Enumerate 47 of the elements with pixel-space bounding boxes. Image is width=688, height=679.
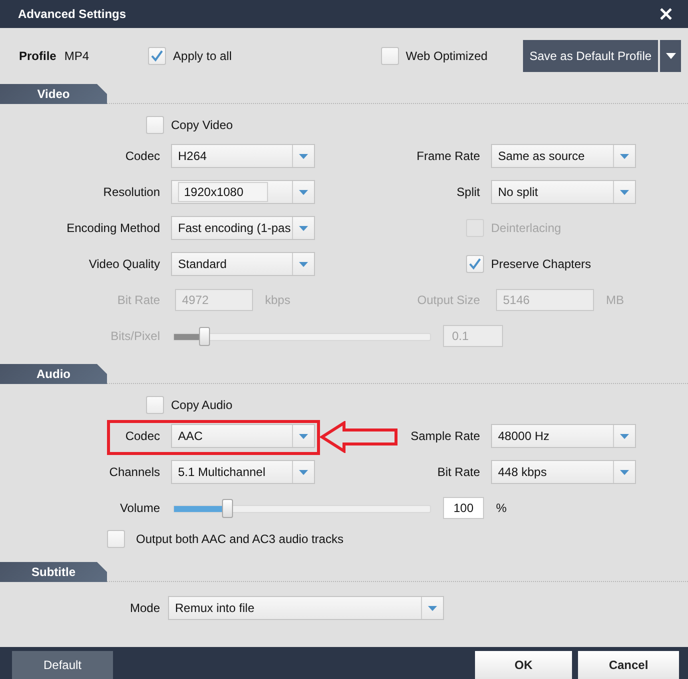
save-profile-button[interactable]: Save as Default Profile [523,40,658,72]
field-label: Codec [125,429,160,443]
dropdown[interactable]: 48000 Hz [491,424,636,448]
dropdown[interactable]: No split [491,180,636,204]
checkbox-label: Apply to all [173,49,232,63]
field-label: Output Size [417,293,480,307]
checkbox-label: Web Optimized [406,49,488,63]
unit-label: % [496,501,507,515]
dropdown[interactable]: 5.1 Multichannel [171,460,315,484]
field-label: Sample Rate [410,429,480,443]
field-label: Encoding Method [66,221,160,235]
dropdown[interactable]: 1920x1080 [171,180,315,204]
profile-value: MP4 [64,49,90,63]
field-label: Bit Rate [117,293,160,307]
checkbox-label: Preserve Chapters [491,257,592,271]
field-label: Video Quality [88,257,160,271]
dropdown[interactable]: Standard [171,252,315,276]
field-label: Bit Rate [437,465,480,479]
window-title: Advanced Settings [18,7,126,21]
field-label: Resolution [103,185,160,199]
unit-label: MB [606,293,624,307]
section-header: Video [0,84,107,104]
checkbox-label: Output both AAC and AC3 audio tracks [136,532,344,546]
field-label: Channels [109,465,160,479]
default-button[interactable]: Default [12,651,113,679]
dropdown[interactable]: 448 kbps [491,460,636,484]
unit-label: kbps [265,293,290,307]
profile-label: Profile [19,49,56,63]
field-label: Volume [120,501,160,515]
dropdown[interactable]: Fast encoding (1-pas [171,216,315,240]
dropdown[interactable]: AAC [171,424,315,448]
ok-button[interactable]: OK [475,651,572,679]
dropdown[interactable]: Same as source [491,144,636,168]
cancel-button[interactable]: Cancel [578,651,679,679]
dropdown[interactable]: Remux into file [168,596,444,620]
checkbox-label: Copy Audio [171,398,232,412]
field-label: Mode [130,601,160,615]
section-header: Audio [0,364,107,384]
dropdown[interactable]: H264 [171,144,315,168]
field-label: Split [456,185,480,199]
field-label: Frame Rate [416,149,480,163]
section-header: Subtitle [0,562,107,582]
checkbox-label: Deinterlacing [491,221,562,235]
field-label: Codec [125,149,160,163]
checkbox-label: Copy Video [171,118,233,132]
value-field[interactable]: 100 [443,497,484,519]
field-label: Bits/Pixel [110,329,160,343]
